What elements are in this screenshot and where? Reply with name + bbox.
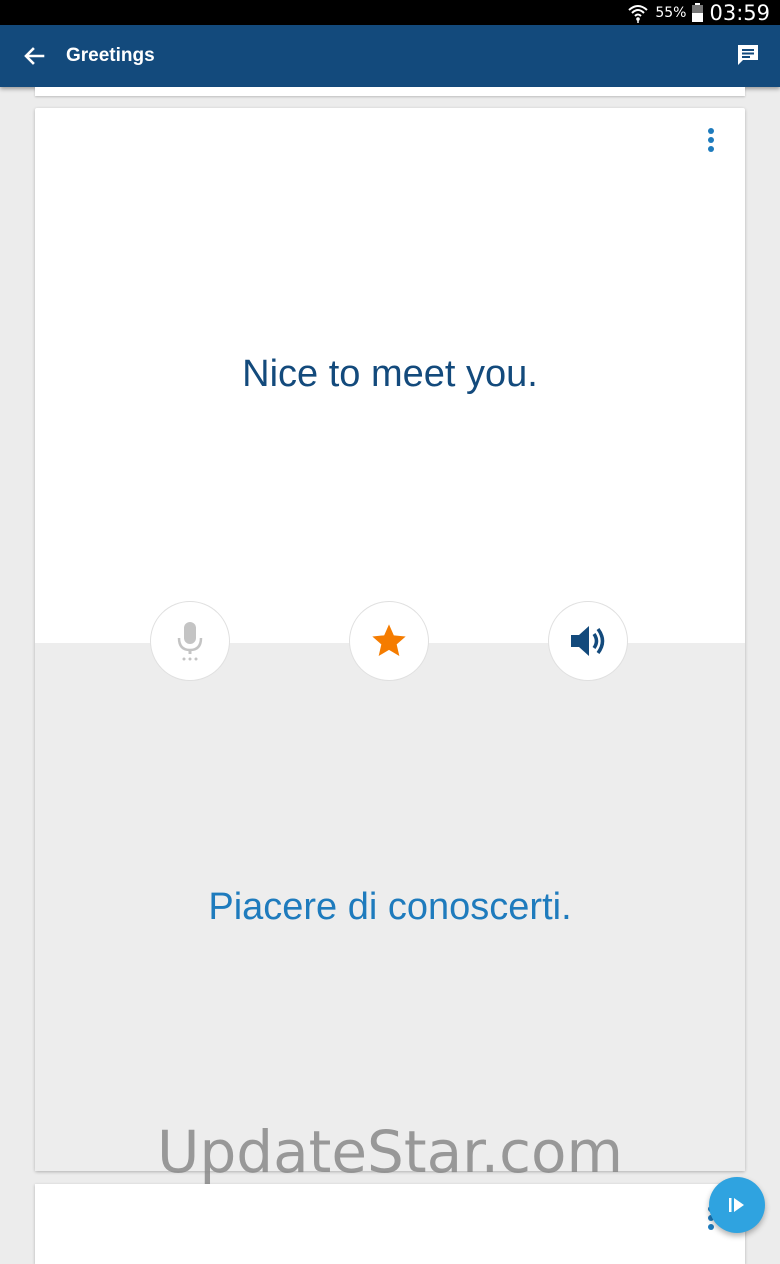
app-bar: Greetings — [0, 25, 780, 87]
previous-card — [35, 87, 745, 96]
mic-icon — [177, 622, 203, 661]
phrase-text: Nice to meet you. — [242, 353, 538, 395]
battery-percentage: 55% — [655, 4, 687, 21]
watermark: UpdateStar.com — [157, 1118, 623, 1186]
wifi-icon — [628, 4, 649, 23]
play-all-fab[interactable] — [709, 1177, 765, 1233]
phrase-card: Nice to meet you. Piacere di conoscerti. — [35, 108, 745, 1171]
play-audio-button[interactable] — [548, 601, 628, 681]
chat-bubble-icon — [738, 45, 758, 65]
battery-icon — [692, 3, 704, 22]
page-title: Greetings — [66, 45, 155, 66]
next-phrase-card[interactable] — [35, 1184, 745, 1264]
back-button[interactable] — [18, 40, 50, 72]
status-bar: 55% 03:59 — [0, 0, 780, 25]
arrow-left-icon — [24, 47, 45, 65]
status-indicators: 55% 03:59 — [627, 0, 770, 25]
microphone-button[interactable] — [150, 601, 230, 681]
more-vert-icon — [708, 128, 714, 152]
card-menu-button[interactable] — [699, 126, 723, 156]
chat-button[interactable] — [734, 41, 762, 69]
favorite-button[interactable] — [349, 601, 429, 681]
speaker-icon — [571, 626, 605, 656]
star-icon — [372, 624, 406, 656]
translation-text: Piacere di conoscerti. — [208, 886, 572, 928]
play-next-icon — [729, 1198, 744, 1212]
clock: 03:59 — [709, 0, 770, 25]
